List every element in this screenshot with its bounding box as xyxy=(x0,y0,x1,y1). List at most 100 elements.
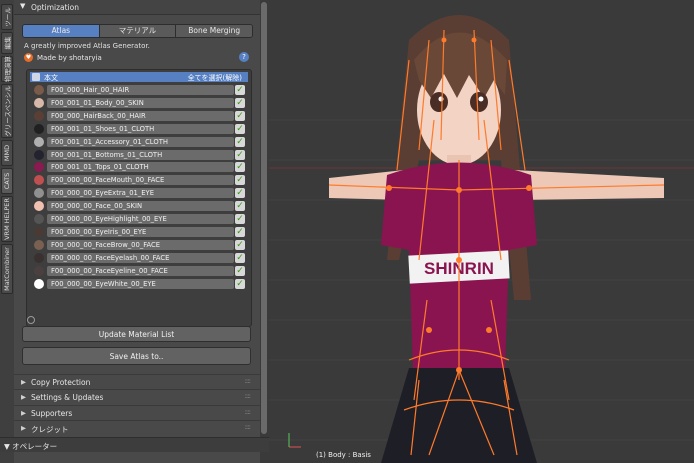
material-row[interactable]: F00_000_00_EyeHighlight_00_EYE ✓ xyxy=(30,213,248,225)
material-name-field[interactable]: F00_000_00_FaceBrow_00_FACE xyxy=(47,239,234,250)
operator-panel-header[interactable]: ▼ オペレーター xyxy=(0,437,269,452)
side-tab-mmd[interactable]: MMD xyxy=(1,140,13,166)
material-row[interactable]: F00_001_01_Bottoms_01_CLOTH ✓ xyxy=(30,149,248,161)
material-checkbox[interactable]: ✓ xyxy=(235,239,245,250)
material-name-field[interactable]: F00_000_00_EyeIris_00_EYE xyxy=(47,226,234,237)
made-by-label: Made by shotaryia xyxy=(37,54,102,62)
section-credits[interactable]: ▶ クレジット :::: xyxy=(14,420,260,435)
material-name-field[interactable]: F00_001_01_Accessory_01_CLOTH xyxy=(47,136,234,147)
material-preview-icon xyxy=(34,226,44,237)
material-name-field[interactable]: F00_000_00_Face_00_SKIN xyxy=(47,201,234,212)
material-name-field[interactable]: F00_001_01_Tops_01_CLOTH xyxy=(47,162,234,173)
side-tab-physics[interactable]: 物理演算 xyxy=(1,56,13,82)
select-all-button[interactable]: 全てを選択(解除) xyxy=(188,73,242,83)
operator-title: オペレーター xyxy=(12,442,58,451)
drag-handle-icon[interactable]: :::: xyxy=(245,423,252,431)
material-name-field[interactable]: F00_000_00_FaceMouth_00_FACE xyxy=(47,175,234,186)
material-row[interactable]: F00_000_Hair_00_HAIR ✓ xyxy=(30,84,248,96)
material-checkbox[interactable]: ✓ xyxy=(235,201,245,212)
save-atlas-button[interactable]: Save Atlas to.. xyxy=(22,347,251,365)
viewport-scene: SHINRIN xyxy=(269,15,694,463)
material-checkbox[interactable]: ✓ xyxy=(235,278,245,289)
material-checkbox[interactable]: ✓ xyxy=(235,265,245,276)
material-row[interactable]: F00_000_00_FaceBrow_00_FACE ✓ xyxy=(30,239,248,251)
side-tab-vrm-helper[interactable]: VRM HELPER xyxy=(1,196,13,242)
side-tab-edit[interactable]: 編集 xyxy=(1,32,13,54)
material-preview-icon xyxy=(34,214,44,224)
drag-handle-icon[interactable]: :::: xyxy=(245,392,252,400)
help-icon[interactable]: ? xyxy=(239,52,249,62)
material-checkbox[interactable]: ✓ xyxy=(235,214,245,224)
viewport-status-text: (1) Body : Basis xyxy=(316,451,371,459)
material-row[interactable]: F00_001_01_Accessory_01_CLOTH ✓ xyxy=(30,136,248,148)
material-checkbox[interactable]: ✓ xyxy=(235,188,245,199)
material-preview-icon xyxy=(34,252,44,263)
panel-scrollbar[interactable] xyxy=(260,0,269,463)
section-label: Settings & Updates xyxy=(31,393,104,402)
list-resize-handle[interactable] xyxy=(27,316,35,324)
section-supporters[interactable]: ▶ Supporters :::: xyxy=(14,405,260,420)
material-row[interactable]: F00_000_00_FaceEyelash_00_FACE ✓ xyxy=(30,252,248,264)
material-checkbox[interactable]: ✓ xyxy=(235,162,245,173)
side-tab-tools[interactable]: ツール xyxy=(1,4,13,30)
left-eye xyxy=(430,92,448,112)
material-row[interactable]: F00_001_01_Body_00_SKIN ✓ xyxy=(30,97,248,109)
material-checkbox[interactable]: ✓ xyxy=(235,110,245,121)
material-row[interactable]: F00_000_00_Face_00_SKIN ✓ xyxy=(30,200,248,212)
side-tab-strip: ツール 編集 物理演算 グリースペンシル MMD CATS VRM HELPER… xyxy=(0,0,15,463)
material-preview-icon xyxy=(34,97,44,108)
tab-atlas[interactable]: Atlas xyxy=(23,25,100,37)
material-checkbox[interactable]: ✓ xyxy=(235,85,245,95)
optimization-header[interactable]: ▼ Optimization xyxy=(14,0,260,15)
material-preview-icon xyxy=(34,175,44,186)
material-row[interactable]: F00_000_00_FaceEyeline_00_FACE ✓ xyxy=(30,265,248,277)
side-tab-matcombiner[interactable]: MatCombiner xyxy=(1,244,13,294)
material-preview-icon xyxy=(34,239,44,250)
tab-bone-merging[interactable]: Bone Merging xyxy=(176,25,252,37)
material-name-field[interactable]: F00_000_HairBack_00_HAIR xyxy=(47,110,234,121)
collapse-arrow-icon: ▼ xyxy=(20,2,26,10)
material-checkbox[interactable]: ✓ xyxy=(235,149,245,160)
material-list[interactable]: 本文 全てを選択(解除) F00_000_Hair_00_HAIR ✓ F00_00… xyxy=(26,69,252,327)
material-row[interactable]: F00_000_00_EyeIris_00_EYE ✓ xyxy=(30,226,248,238)
material-name-field[interactable]: F00_001_01_Shoes_01_CLOTH xyxy=(47,123,234,134)
update-material-list-button[interactable]: Update Material List xyxy=(22,326,251,342)
expand-arrow-icon: ▶ xyxy=(21,378,26,386)
material-checkbox[interactable]: ✓ xyxy=(235,252,245,263)
section-settings-updates[interactable]: ▶ Settings & Updates :::: xyxy=(14,389,260,404)
section-copy-protection[interactable]: ▶ Copy Protection :::: xyxy=(14,374,260,389)
scrollbar-thumb[interactable] xyxy=(261,2,267,434)
material-name-field[interactable]: F00_000_00_EyeWhite_00_EYE xyxy=(47,278,234,289)
material-row[interactable]: F00_001_01_Tops_01_CLOTH ✓ xyxy=(30,161,248,173)
3d-viewport[interactable]: SHINRIN xyxy=(269,0,694,463)
material-row[interactable]: F00_000_00_FaceMouth_00_FACE ✓ xyxy=(30,174,248,186)
material-checkbox[interactable]: ✓ xyxy=(235,226,245,237)
list-header-row[interactable]: 本文 全てを選択(解除) xyxy=(30,72,248,82)
material-row[interactable]: F00_000_00_EyeWhite_00_EYE ✓ xyxy=(30,278,248,290)
material-row[interactable]: F00_000_HairBack_00_HAIR ✓ xyxy=(30,110,248,122)
material-name-field[interactable]: F00_000_00_EyeExtra_01_EYE xyxy=(47,188,234,199)
material-name-field[interactable]: F00_000_00_FaceEyelash_00_FACE xyxy=(47,252,234,263)
expand-arrow-icon: ▶ xyxy=(21,393,26,401)
material-name-field[interactable]: F00_000_00_FaceEyeline_00_FACE xyxy=(47,265,234,276)
drag-handle-icon[interactable]: :::: xyxy=(245,377,252,385)
material-row[interactable]: F00_000_00_EyeExtra_01_EYE ✓ xyxy=(30,187,248,199)
drag-handle-icon[interactable]: :::: xyxy=(245,408,252,416)
material-name-field[interactable]: F00_000_Hair_00_HAIR xyxy=(47,85,234,95)
material-preview-icon xyxy=(34,162,44,173)
atlas-description: A greatly improved Atlas Generator. xyxy=(24,42,150,50)
material-preview-icon xyxy=(34,278,44,289)
material-checkbox[interactable]: ✓ xyxy=(235,175,245,186)
material-checkbox[interactable]: ✓ xyxy=(235,123,245,134)
tab-material[interactable]: マテリアル xyxy=(99,25,177,37)
material-checkbox[interactable]: ✓ xyxy=(235,136,245,147)
material-name-field[interactable]: F00_000_00_EyeHighlight_00_EYE xyxy=(47,214,234,224)
material-row[interactable]: F00_001_01_Shoes_01_CLOTH ✓ xyxy=(30,123,248,135)
side-tab-cats[interactable]: CATS xyxy=(1,168,13,194)
side-tab-grease-pencil[interactable]: グリースペンシル xyxy=(1,84,13,138)
mesh-icon xyxy=(32,73,40,81)
expand-arrow-icon: ▶ xyxy=(21,424,26,432)
material-name-field[interactable]: F00_001_01_Bottoms_01_CLOTH xyxy=(47,149,234,160)
material-name-field[interactable]: F00_001_01_Body_00_SKIN xyxy=(47,97,234,108)
material-checkbox[interactable]: ✓ xyxy=(235,97,245,108)
